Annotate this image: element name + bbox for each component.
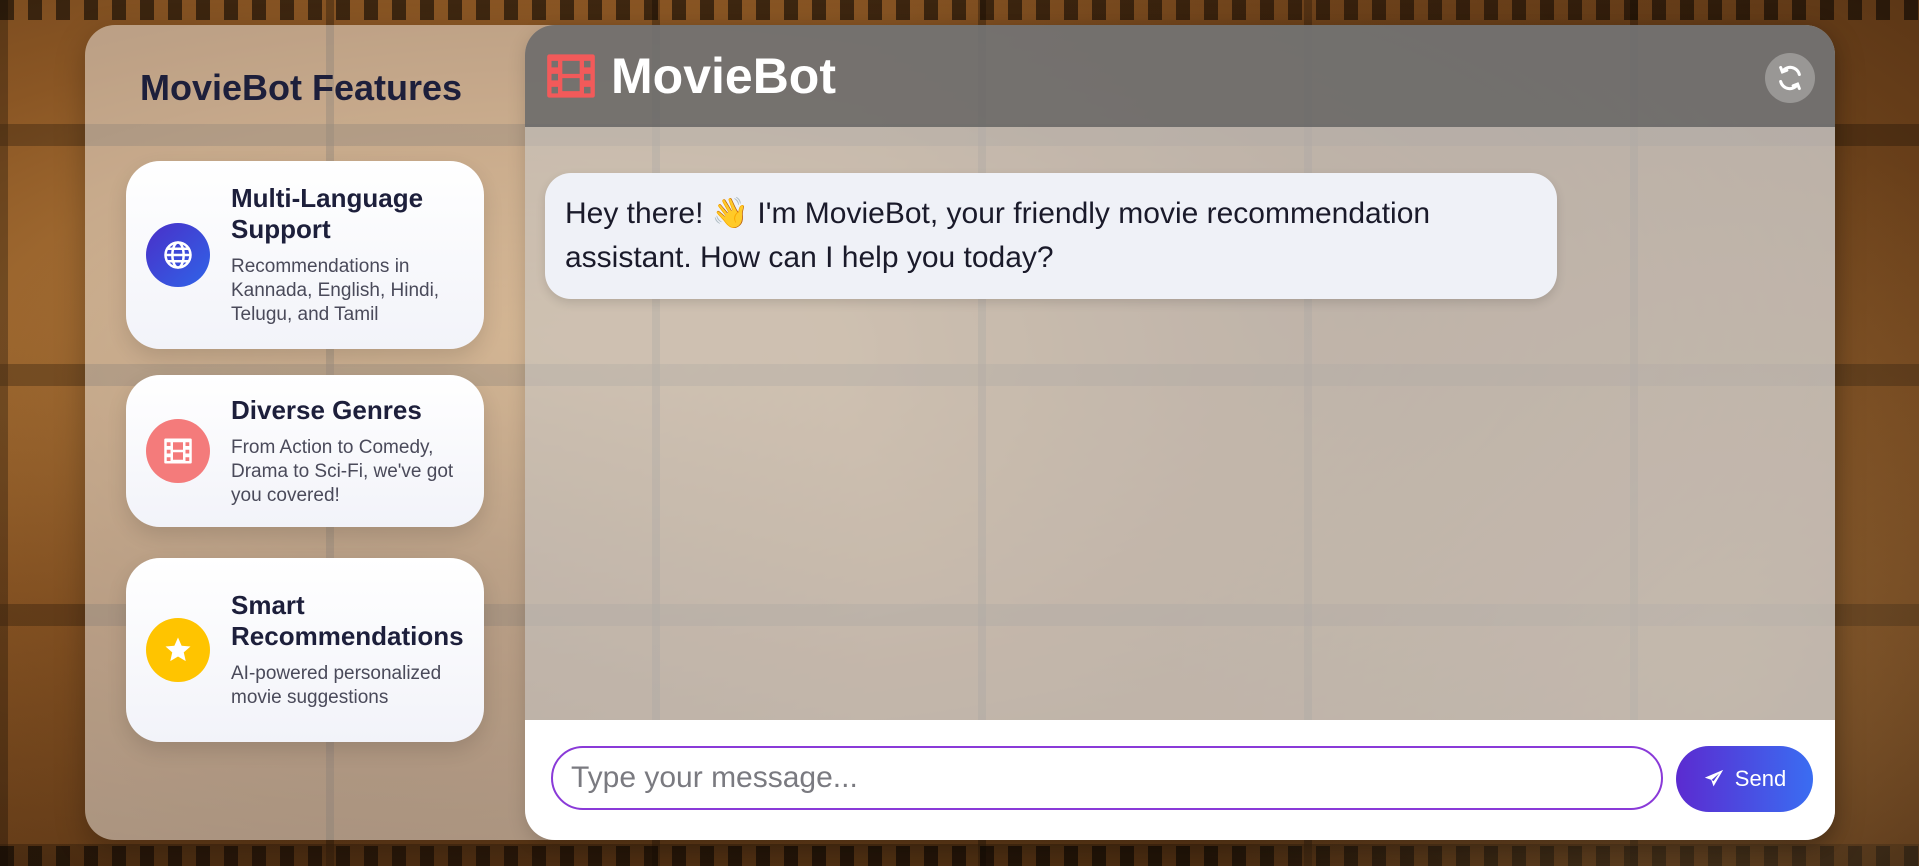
message-composer: Send: [525, 720, 1835, 840]
film-icon: [547, 54, 595, 98]
film-icon: [146, 419, 210, 483]
chat-panel: MovieBot Hey there! 👋 I'm MovieBot, your…: [525, 25, 1835, 840]
refresh-button[interactable]: [1765, 53, 1815, 103]
send-button[interactable]: Send: [1676, 746, 1813, 812]
feature-description: Recommendations in Kannada, English, Hin…: [231, 256, 440, 325]
globe-icon: [146, 223, 210, 287]
feature-card-diverse-genres: Diverse Genres From Action to Comedy, Dr…: [126, 375, 484, 527]
feature-title: Smart Recommendations: [231, 590, 464, 651]
feature-card-smart-recommendations: Smart Recommendations AI-powered persona…: [126, 558, 484, 742]
message-input[interactable]: [551, 746, 1663, 810]
app-container: MovieBot Features Multi-Language Support…: [85, 25, 1835, 840]
chat-header: MovieBot: [525, 25, 1835, 127]
feature-title: Diverse Genres: [231, 394, 422, 425]
paper-plane-icon: [1704, 769, 1723, 787]
refresh-icon: [1779, 65, 1801, 91]
bot-message: Hey there! 👋 I'm MovieBot, your friendly…: [545, 173, 1557, 299]
message-list: Hey there! 👋 I'm MovieBot, your friendly…: [525, 127, 1835, 742]
star-icon: [146, 618, 210, 682]
feature-card-multi-language: Multi-Language Support Recommendations i…: [126, 161, 484, 349]
sidebar-title: MovieBot Features: [140, 67, 463, 108]
feature-description: From Action to Comedy, Drama to Sci-Fi, …: [231, 436, 454, 506]
features-sidebar: MovieBot Features Multi-Language Support…: [85, 25, 525, 840]
send-label: Send: [1734, 766, 1787, 791]
app-title: MovieBot: [611, 48, 836, 104]
feature-title: Multi-Language Support: [231, 183, 424, 244]
feature-description: AI-powered personalized movie suggestion…: [231, 663, 442, 708]
